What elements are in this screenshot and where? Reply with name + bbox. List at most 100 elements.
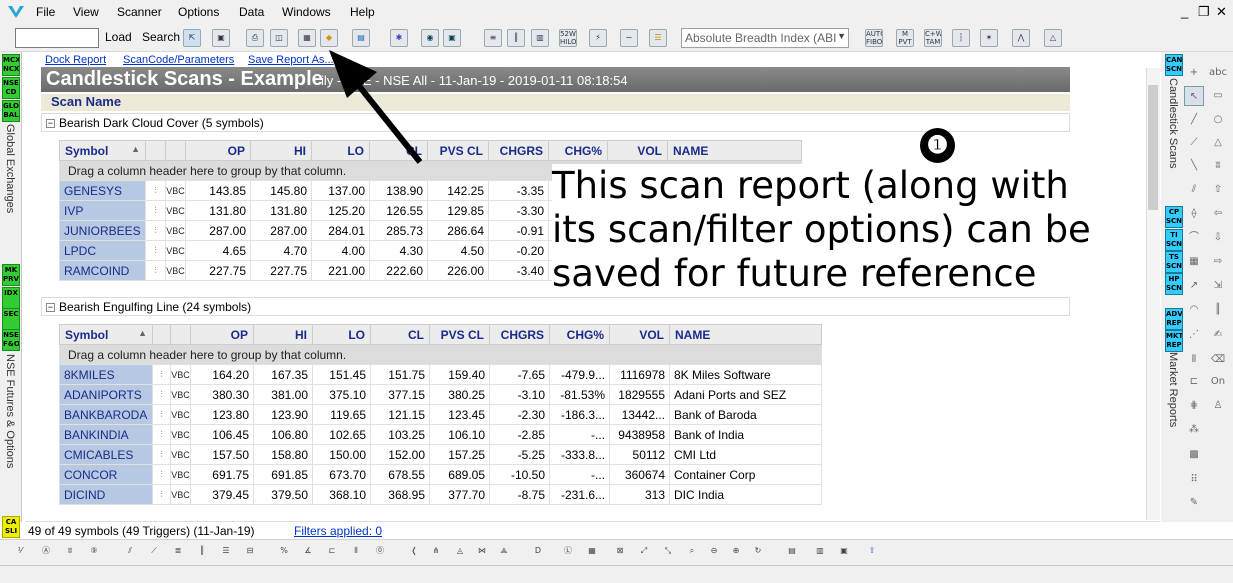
table-row[interactable]: DICIND ⫶ VBC 379.45 379.50 368.10 368.95 377.70… [59,484,822,505]
ma-icon[interactable]: ∼ [620,29,638,47]
arrow-down-icon[interactable]: ⇩ [1208,228,1228,248]
chart-icon[interactable]: ⫶ [145,200,166,221]
vbc-icon[interactable]: VBC [165,240,186,261]
table-row[interactable]: BANKINDIA ⫶ VBC 106.45 106.80 102.65 103.25 106… [59,424,822,445]
nse-fo-tab[interactable]: NSE F&O [2,329,20,351]
table-row[interactable]: BANKBARODA ⫶ VBC 123.80 123.90 119.65 121.15 12… [59,404,822,425]
slash-icon[interactable]: ⫽ [122,543,138,559]
hp-scn-tab[interactable]: HP SCN [1165,273,1183,295]
label-icon[interactable]: ⊟ [242,543,258,559]
fan-icon[interactable]: ⟠ [1184,204,1204,224]
col-hi[interactable]: HI [250,140,312,161]
col-vol[interactable]: VOL [609,324,670,345]
channel-icon[interactable]: ⫽ [1184,180,1204,200]
vbc-icon[interactable]: VBC [165,260,186,281]
col-cl[interactable]: CL [370,324,430,345]
cross-grid-icon[interactable]: ⋕ [1184,396,1204,416]
table-row[interactable]: CMICABLES ⫶ VBC 157.50 158.80 150.00 152.00 157… [59,444,822,465]
52w-hilo-icon[interactable]: 52W HILO [559,29,577,47]
symbol-cell[interactable]: BANKBARODA [59,404,153,425]
filter-icon[interactable]: ☰ [649,29,667,47]
ray-icon[interactable]: ⟋ [1184,133,1204,153]
multi-lines-icon[interactable]: ≣ [170,543,186,559]
market-reports-label[interactable]: Market Reports [1167,352,1179,427]
collapse-icon[interactable]: − [46,119,55,129]
menu-windows[interactable]: Windows [282,5,331,19]
m-pvt-icon[interactable]: M PVT [896,29,914,47]
trendline-icon[interactable]: ╱ [1184,110,1204,130]
pattern-icon[interactable]: ⋀ [1012,29,1030,47]
symbol-cell[interactable]: GENESYS [59,180,146,201]
symbol-input[interactable] [15,28,99,48]
on-toggle[interactable]: On [1208,372,1228,392]
col-name[interactable]: NAME [667,140,802,161]
chart-icon[interactable]: ⫶ [152,484,171,505]
shrink-icon[interactable]: ⤡ [660,543,676,559]
menu-scanner[interactable]: Scanner [117,5,162,19]
col-chgpct[interactable]: CHG% [549,324,610,345]
star-icon[interactable]: ✶ [980,29,998,47]
cycle-icon[interactable]: ◠ [1184,300,1204,320]
scan-icon[interactable]: ⚡ [589,29,607,47]
col-chgrs[interactable]: CHGRS [489,324,550,345]
ellipse-icon[interactable]: ○ [1208,110,1228,130]
vertical-lines-icon[interactable]: ║ [1208,300,1228,320]
candlestick-scans-label[interactable]: Candlestick Scans [1167,78,1179,169]
chart-icon[interactable]: ⫶ [145,260,166,281]
globe-icon[interactable]: ◉ [421,29,439,47]
arrow-diag-icon[interactable]: ⇲ [1208,276,1228,296]
table-row[interactable]: 8KMILES ⫶ VBC 164.20 167.35 151.45 151.75 159.4… [59,364,822,385]
cp-scn-tab[interactable]: CP SCN [1165,206,1183,228]
angle-icon[interactable]: ∡ [300,543,316,559]
chart-icon[interactable]: ⫶ [152,424,171,445]
vbc-icon[interactable]: VBC [170,424,191,445]
col-op[interactable]: OP [185,140,251,161]
save-report-as-link[interactable]: Save Report As... [248,54,334,66]
print-preview-icon[interactable]: ◫ [270,29,288,47]
symbol-cell[interactable]: LPDC [59,240,146,261]
vbc-icon[interactable]: VBC [170,484,191,505]
col-pvscl[interactable]: PVS CL [427,140,489,161]
triangle-shape-icon[interactable]: △ [1208,133,1228,153]
global-tab[interactable]: GLO BAL [2,100,20,122]
chart-icon[interactable]: ▦ [298,29,316,47]
mkt-prv-tab[interactable]: MK PRV [2,264,20,286]
symbol-cell[interactable]: 8KMILES [59,364,153,385]
auto-fibo-icon[interactable]: AUTO FIBO [865,29,883,47]
symbol-cell[interactable]: RAMCOIND [59,260,146,281]
vbc-icon[interactable]: VBC [165,180,186,201]
wave-count-icon[interactable]: ʬ [62,543,78,559]
mkt-rep-tab[interactable]: MKT REP [1165,330,1183,352]
zoom-in-icon[interactable]: ⊕ [728,543,744,559]
idx-tab[interactable]: IDX [2,287,20,309]
erase-icon[interactable]: ⌫ [1208,350,1228,370]
vbc-icon[interactable]: VBC [170,384,191,405]
grid-b-icon[interactable]: ▦ [584,543,600,559]
diagonal-icon[interactable]: ⟋ [146,543,162,559]
bars-icon[interactable]: ║ [507,29,525,47]
horizontal-icon[interactable]: ☰ [218,543,234,559]
text-abc-icon[interactable]: abc [1208,63,1228,83]
col-chgpct[interactable]: CHG% [548,140,608,161]
symbol-cell[interactable]: CMICABLES [59,444,153,465]
columns-icon[interactable]: ▥ [531,29,549,47]
close-button[interactable]: ✕ [1216,4,1227,20]
minimize-button[interactable]: _ [1181,4,1188,19]
dock-report-link[interactable]: Dock Report [45,54,106,66]
filters-applied-link[interactable]: Filters applied: 0 [294,524,382,538]
symbol-cell[interactable]: CONCOR [59,464,153,485]
numbers-icon[interactable]: ⑨ [86,543,102,559]
triangle-icon[interactable]: △ [1044,29,1062,47]
dots-icon[interactable]: ⁂ [1184,420,1204,440]
restore-button[interactable]: ❐ [1198,4,1210,20]
search-button[interactable]: Search [142,30,180,44]
mcx-ncx-tab[interactable]: MCX NCX [2,54,20,76]
col-pvscl[interactable]: PVS CL [429,324,490,345]
nse-cd-tab[interactable]: NSE CD [2,77,20,99]
print-icon[interactable]: ⎙ [246,29,264,47]
ew-icon[interactable]: ʬ [1208,156,1228,176]
group-row[interactable]: − Bearish Dark Cloud Cover (5 symbols) [41,113,1070,132]
zoom-out-icon[interactable]: ⊖ [706,543,722,559]
crosshair-icon[interactable]: + [1184,63,1204,83]
chart-icon[interactable]: ⫶ [145,240,166,261]
